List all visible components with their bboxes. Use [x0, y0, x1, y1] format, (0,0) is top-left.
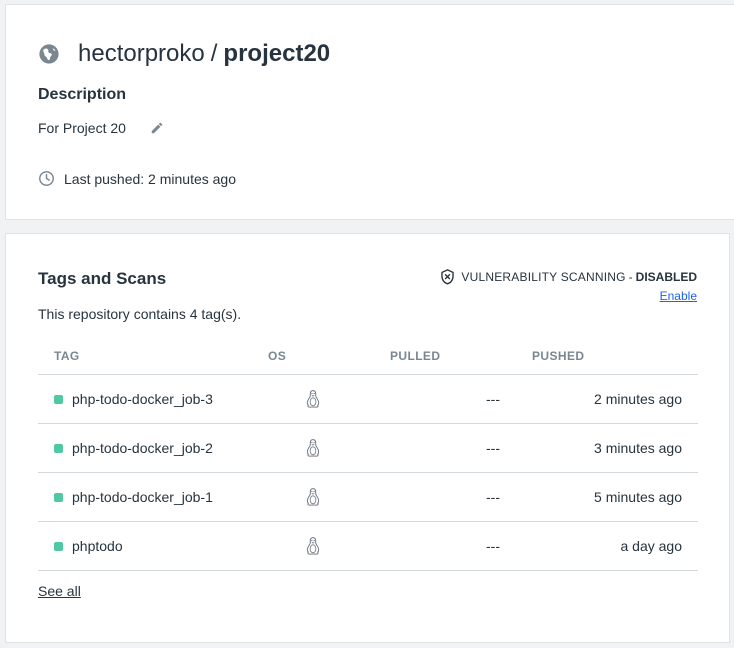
tag-name[interactable]: php-todo-docker_job-1	[72, 489, 213, 505]
tag-status-dot	[54, 541, 63, 551]
pulled-value: ---	[374, 472, 516, 522]
tags-section-title: Tags and Scans	[38, 269, 167, 288]
column-header-os: OS	[252, 337, 374, 375]
repo-name: project20	[223, 40, 331, 67]
clock-icon	[39, 171, 54, 186]
column-header-pushed: PUSHED	[516, 337, 698, 375]
table-row[interactable]: phptodo --- a day ago	[38, 521, 698, 571]
pulled-value: ---	[374, 521, 516, 571]
title-separator: /	[210, 40, 218, 67]
tag-status-dot	[54, 492, 63, 502]
description-row: For Project 20	[38, 120, 164, 136]
shield-x-icon	[441, 269, 455, 285]
pushed-value: 2 minutes ago	[516, 374, 698, 424]
last-pushed-text: Last pushed: 2 minutes ago	[64, 170, 237, 187]
linux-icon	[306, 390, 320, 408]
pushed-value: a day ago	[516, 521, 698, 571]
column-header-pulled: PULLED	[374, 337, 516, 375]
pulled-value: ---	[374, 374, 516, 424]
linux-icon	[306, 537, 320, 555]
last-pushed-row: Last pushed: 2 minutes ago	[38, 170, 236, 187]
tag-count-text: This repository contains 4 tag(s).	[38, 306, 242, 322]
repo-info-card: hectorproko / project20 Description For …	[5, 4, 734, 220]
tag-name[interactable]: php-todo-docker_job-3	[72, 391, 213, 407]
vulnerability-dash: -	[628, 270, 633, 284]
tag-name[interactable]: php-todo-docker_job-2	[72, 440, 213, 456]
tags-card: Tags and Scans VULNERABILITY SCANNING - …	[5, 233, 730, 643]
vulnerability-scanning: VULNERABILITY SCANNING - DISABLED Enable	[440, 269, 697, 303]
repo-owner[interactable]: hectorproko	[78, 40, 205, 68]
tag-status-dot	[54, 394, 63, 404]
description-text: For Project 20	[38, 120, 126, 136]
globe-icon	[39, 44, 59, 64]
tag-name[interactable]: phptodo	[72, 538, 123, 554]
table-row[interactable]: php-todo-docker_job-3 --- 2 minutes ago	[38, 374, 698, 424]
table-row[interactable]: php-todo-docker_job-2 --- 3 minutes ago	[38, 423, 698, 473]
description-label: Description	[38, 86, 127, 103]
linux-icon	[306, 439, 320, 457]
vulnerability-status: DISABLED	[635, 270, 697, 284]
see-all-link[interactable]: See all	[38, 583, 81, 599]
vulnerability-label: VULNERABILITY SCANNING	[461, 270, 626, 284]
column-header-tag: TAG	[38, 337, 252, 375]
enable-scanning-link[interactable]: Enable	[660, 289, 697, 303]
pencil-icon[interactable]	[150, 121, 164, 135]
linux-icon	[306, 488, 320, 506]
repo-title: hectorproko / project20	[38, 40, 330, 68]
table-row[interactable]: php-todo-docker_job-1 --- 5 minutes ago	[38, 472, 698, 522]
tags-table: TAG OS PULLED PUSHED php-todo-docker_job…	[38, 337, 698, 571]
pulled-value: ---	[374, 423, 516, 473]
tag-status-dot	[54, 443, 63, 453]
table-header-row: TAG OS PULLED PUSHED	[38, 337, 698, 375]
pushed-value: 5 minutes ago	[516, 472, 698, 522]
pushed-value: 3 minutes ago	[516, 423, 698, 473]
